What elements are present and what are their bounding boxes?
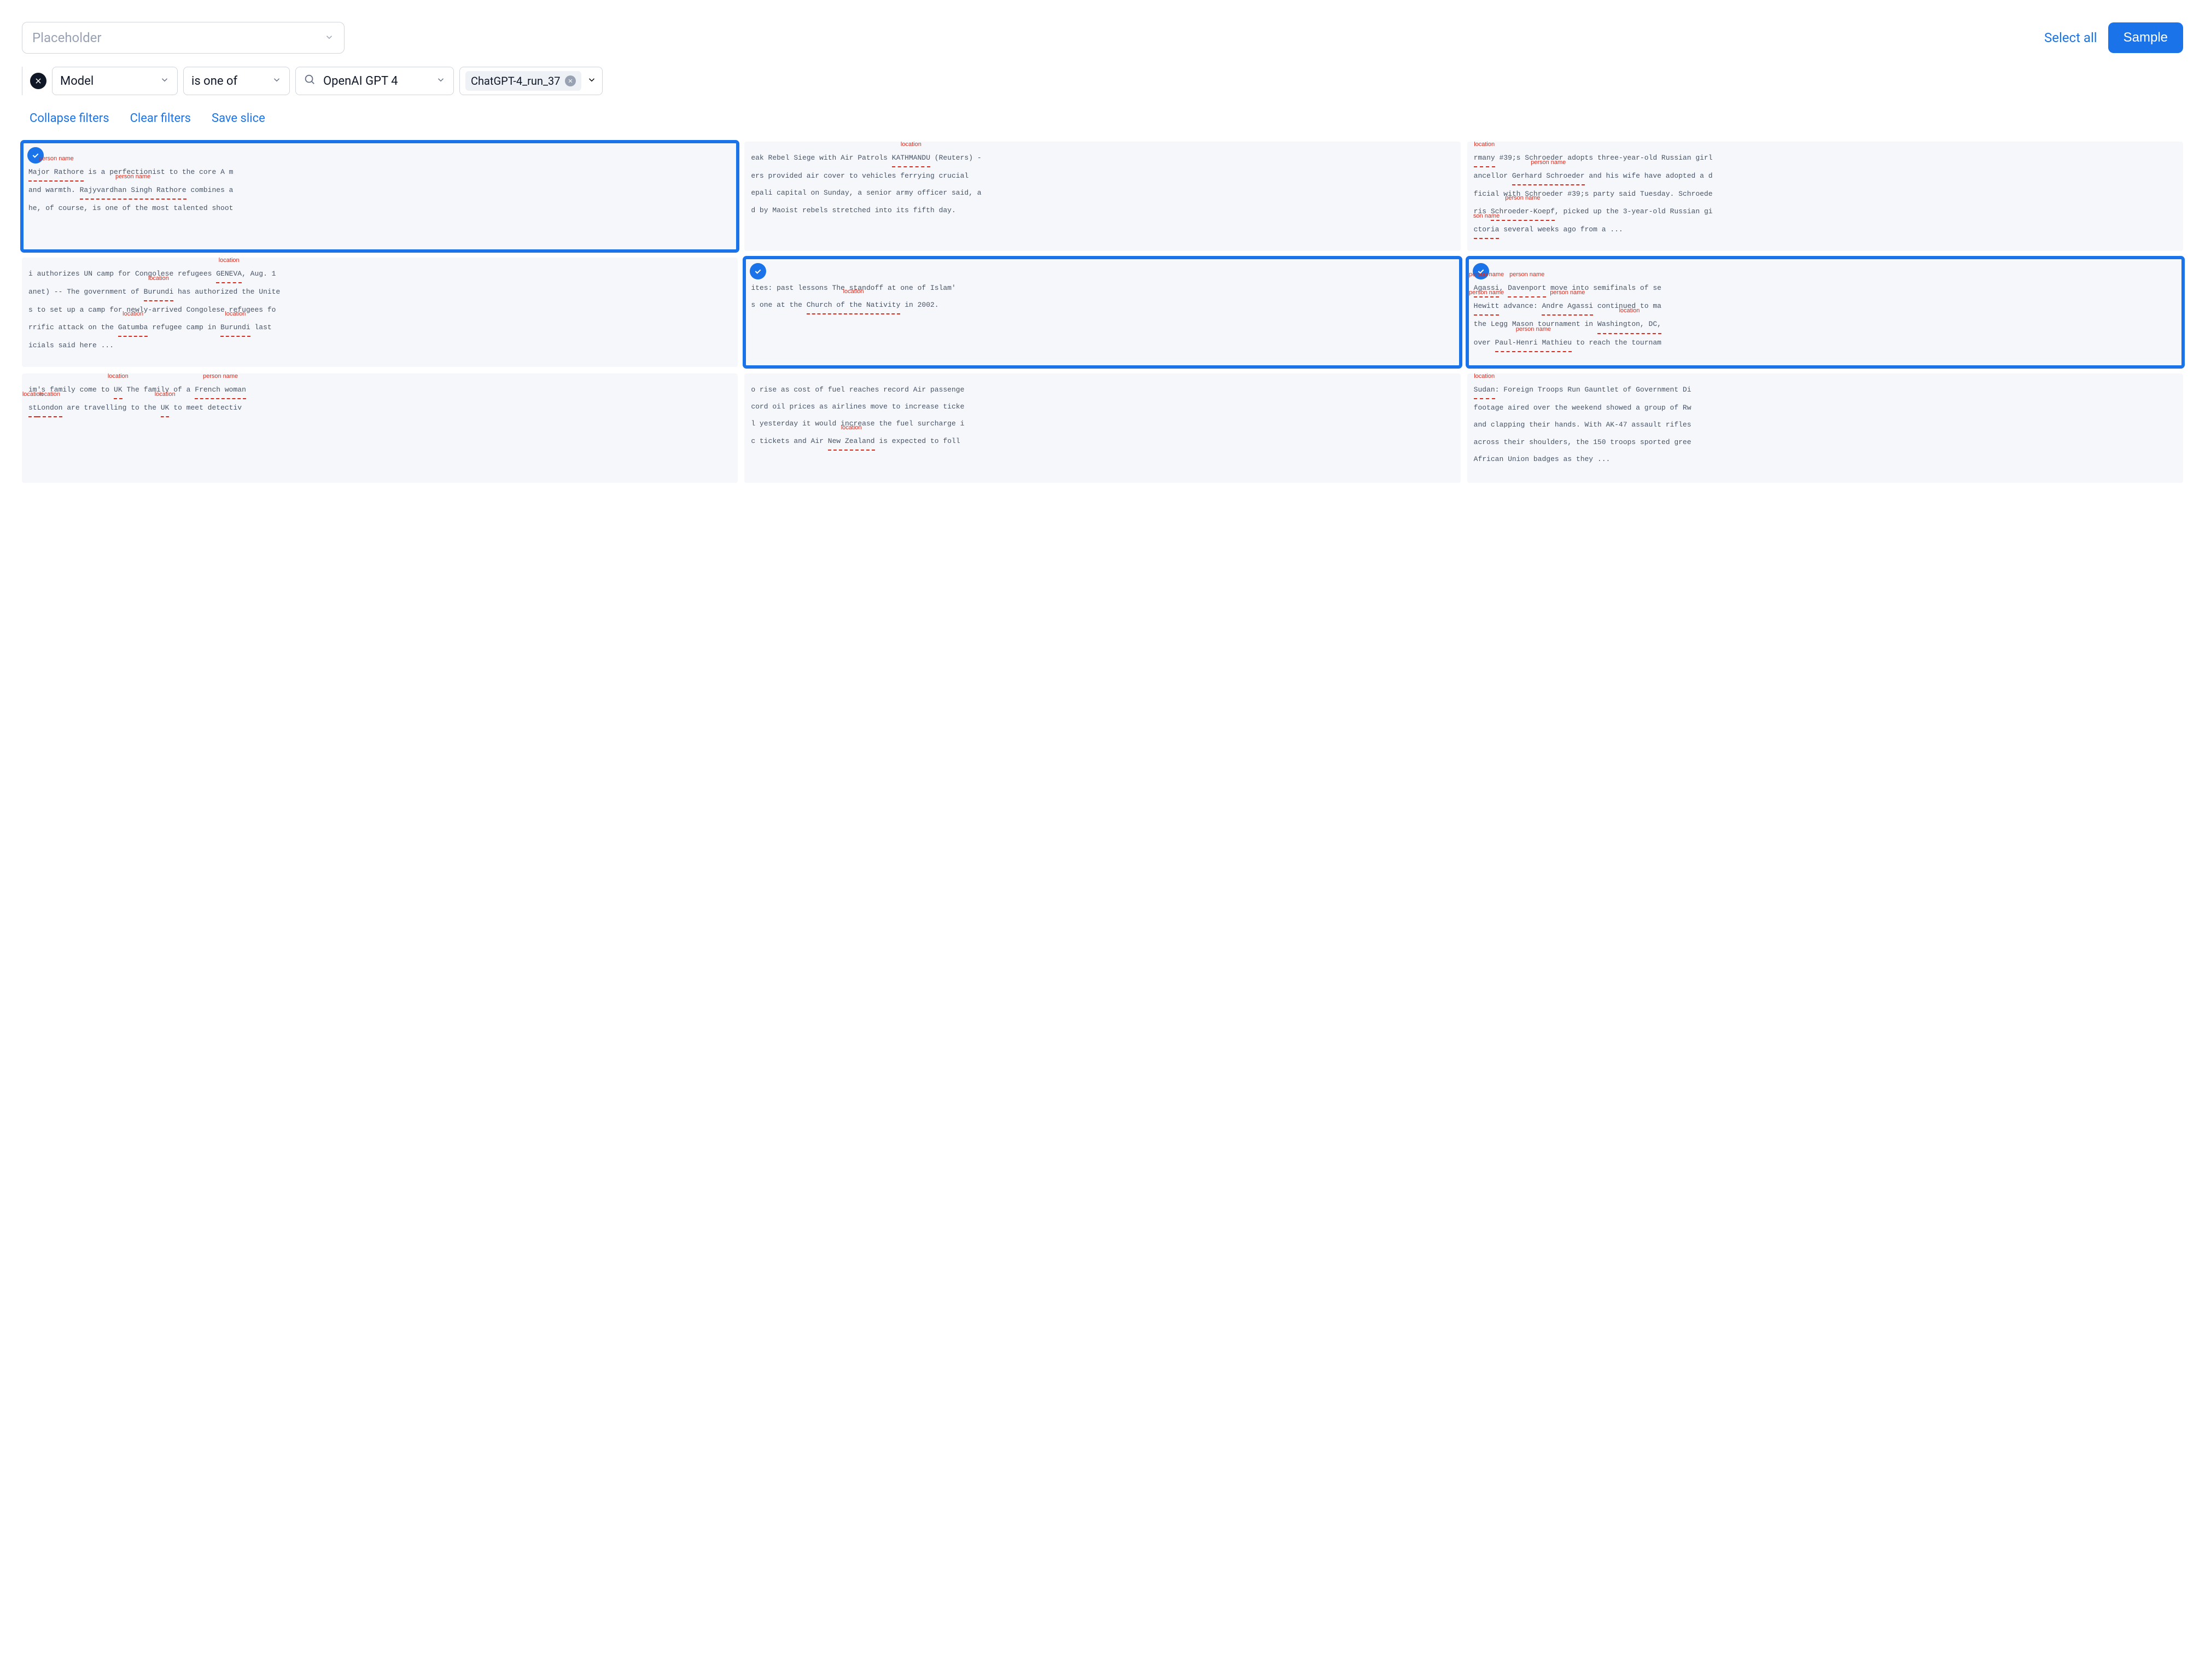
collapse-filters-button[interactable]: Collapse filters (30, 112, 109, 125)
chevron-down-icon (272, 74, 282, 88)
card-text: Agassiperson name, Davenportperson name … (1474, 265, 2177, 352)
annotation-person: Rajyvardhan Singh Rathoreperson name (80, 182, 186, 200)
sample-card[interactable]: Major Rathoreperson name is a perfection… (22, 142, 738, 251)
card-text: rmanylocation #39;s Schroeder adopts thr… (1474, 149, 2177, 239)
filter-row: Model is one of OpenAI GPT 4 ChatGPT-4_r… (22, 67, 2183, 95)
search-icon (304, 73, 316, 89)
annotation-location: Londonlocation (37, 399, 63, 417)
card-text: im's family come to UKlocation The famil… (28, 381, 731, 417)
close-icon (34, 77, 42, 85)
annotation-location: Gatumbalocation (118, 319, 148, 337)
sample-card[interactable]: i authorizes UN camp for Congolese refug… (22, 258, 738, 367)
annotation-person: Gerhard Schroederperson name (1512, 167, 1585, 185)
annotation-person: Paul-Henri Mathieuperson name (1495, 334, 1572, 352)
annotation-person: Hewittperson name (1474, 298, 1500, 316)
sample-card[interactable]: rmanylocation #39;s Schroeder adopts thr… (1467, 142, 2183, 251)
filter-chip: ChatGPT-4_run_37 (465, 71, 581, 91)
card-text: eak Rebel Siege with Air Patrols KATHMAN… (751, 149, 1454, 219)
annotation-location: st location (28, 399, 37, 417)
filter-chip-select[interactable]: ChatGPT-4_run_37 (459, 67, 603, 95)
annotation-location: UKlocation (114, 381, 122, 399)
sample-card[interactable]: eak Rebel Siege with Air Patrols KATHMAN… (744, 142, 1460, 251)
annotation-son_name: ctoriason name (1474, 221, 1500, 239)
annotation-location: New Zealandlocation (828, 433, 875, 451)
filter-actions: Collapse filters Clear filters Save slic… (22, 112, 2183, 125)
filter-value-search[interactable]: OpenAI GPT 4 (295, 67, 454, 95)
annotation-location: GENEVAlocation (216, 265, 242, 283)
sample-card[interactable]: im's family come to UKlocation The famil… (22, 374, 738, 483)
attribute-select[interactable]: Placeholder (22, 22, 345, 54)
annotation-location: rmanylocation (1474, 149, 1495, 167)
annotation-person: Davenportperson name (1508, 279, 1546, 298)
annotation-location: Washington, DC,location (1597, 316, 1661, 334)
clear-filters-button[interactable]: Clear filters (130, 112, 191, 125)
filter-value-text: OpenAI GPT 4 (323, 74, 398, 88)
filter-operator-select[interactable]: is one of (183, 67, 290, 95)
annotation-person: Schroeder-Koepfperson name (1491, 203, 1555, 221)
annotation-location: Burundilocation (220, 319, 250, 337)
chip-label: ChatGPT-4_run_37 (471, 74, 561, 88)
chevron-down-icon (587, 75, 597, 87)
sample-card[interactable]: Sudanlocation: Foreign Troops Run Gauntl… (1467, 374, 2183, 483)
chevron-down-icon (436, 74, 446, 88)
save-slice-button[interactable]: Save slice (212, 112, 265, 125)
sample-card[interactable]: Agassiperson name, Davenportperson name … (1467, 258, 2183, 367)
filter-field-select[interactable]: Model (52, 67, 178, 95)
card-text: o rise as cost of fuel reaches record Ai… (751, 381, 1454, 451)
card-text: Major Rathoreperson name is a perfection… (28, 149, 731, 217)
annotation-location: UKlocation (161, 399, 170, 417)
chip-remove-button[interactable] (565, 75, 576, 86)
sample-grid: Major Rathoreperson name is a perfection… (22, 142, 2183, 483)
sample-card[interactable]: o rise as cost of fuel reaches record Ai… (744, 374, 1460, 483)
annotation-person: Andre Agassiperson name (1542, 298, 1593, 316)
annotation-person: French womanperson name (195, 381, 246, 399)
card-text: ites: past lessons The standoff at one o… (751, 265, 1454, 314)
filter-operator-label: is one of (191, 74, 237, 88)
chevron-down-icon (324, 30, 334, 45)
select-all-button[interactable]: Select all (2044, 30, 2097, 45)
filter-field-label: Model (60, 74, 94, 88)
annotation-location: Burundilocation (144, 283, 174, 301)
card-text: Sudanlocation: Foreign Troops Run Gauntl… (1474, 381, 2177, 468)
sample-card[interactable]: ites: past lessons The standoff at one o… (744, 258, 1460, 367)
annotation-person: Major Rathoreperson name (28, 164, 84, 182)
remove-filter-button[interactable] (30, 73, 46, 89)
annotation-location: Sudanlocation (1474, 381, 1495, 399)
placeholder-text: Placeholder (32, 30, 101, 45)
annotation-location: Church of the Nativitylocation (807, 296, 901, 314)
card-text: i authorizes UN camp for Congolese refug… (28, 265, 731, 354)
annotation-location: KATHMANDUlocation (892, 149, 930, 167)
chevron-down-icon (160, 74, 170, 88)
sample-button[interactable]: Sample (2108, 22, 2183, 53)
